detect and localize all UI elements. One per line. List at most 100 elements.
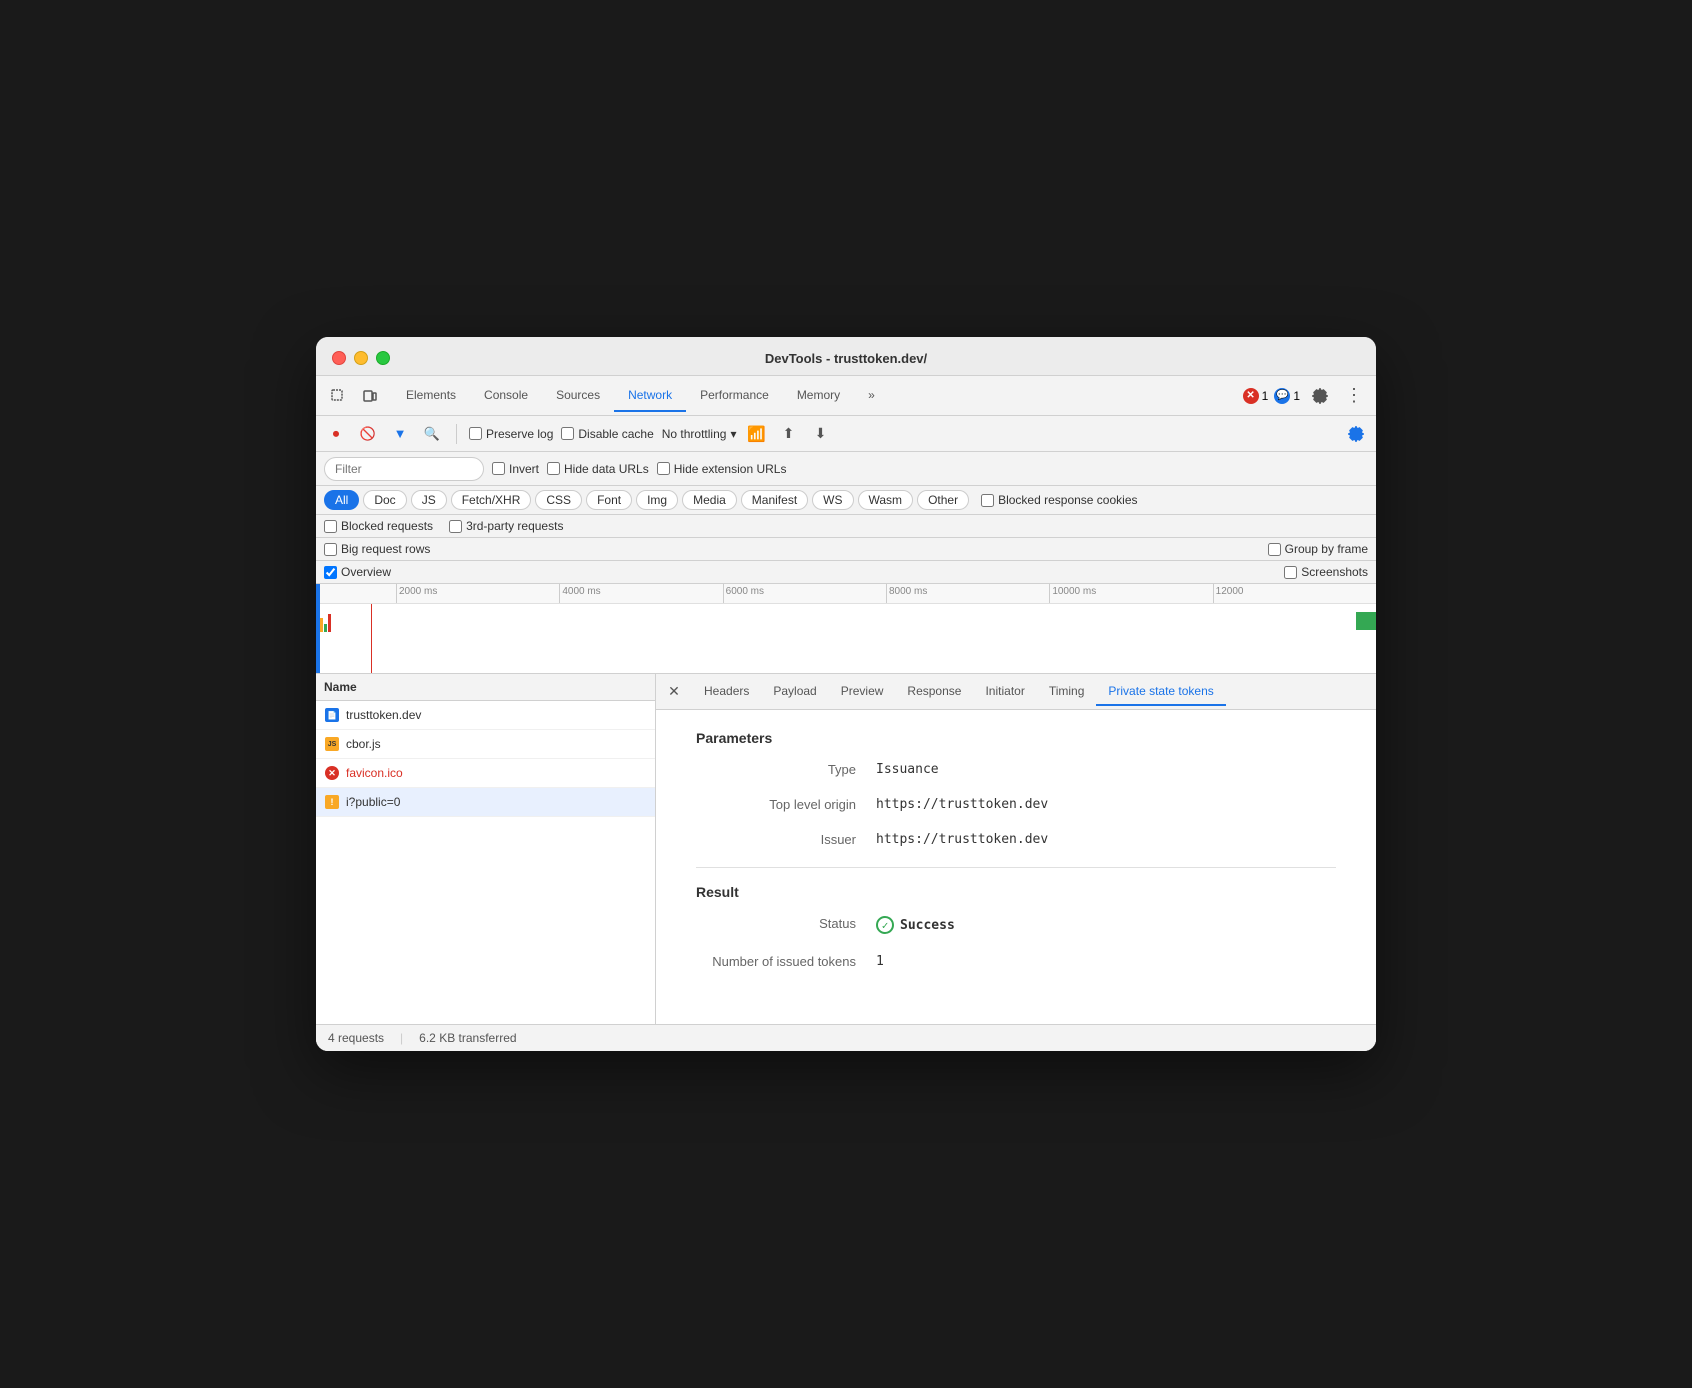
detail-tab-preview[interactable]: Preview (829, 678, 896, 706)
stop-recording-icon[interactable]: ⏺ (324, 422, 348, 446)
request-item-cbor[interactable]: JS cbor.js (316, 730, 655, 759)
network-settings-icon[interactable] (1344, 422, 1368, 446)
filter-pill-ws[interactable]: WS (812, 490, 853, 510)
filter-pill-fetch[interactable]: Fetch/XHR (451, 490, 532, 510)
request-item-ipublic[interactable]: ! i?public=0 (316, 788, 655, 817)
filter-icon[interactable]: ▼ (388, 422, 412, 446)
error-count: 1 (1262, 389, 1269, 403)
detail-tab-response[interactable]: Response (895, 678, 973, 706)
hide-data-urls-input[interactable] (547, 462, 560, 475)
cursor-icon[interactable] (324, 382, 352, 410)
hide-ext-urls-input[interactable] (657, 462, 670, 475)
disable-cache-checkbox[interactable]: Disable cache (561, 427, 653, 441)
blocked-requests-input[interactable] (324, 520, 337, 533)
detail-tab-timing[interactable]: Timing (1037, 678, 1097, 706)
hide-data-urls-checkbox[interactable]: Hide data URLs (547, 462, 649, 476)
detail-close-button[interactable]: ✕ (664, 682, 684, 702)
warning-count: 1 (1293, 389, 1300, 403)
filter-pill-other[interactable]: Other (917, 490, 969, 510)
throttle-arrow: ▾ (730, 427, 736, 441)
invert-input[interactable] (492, 462, 505, 475)
filter-pill-css[interactable]: CSS (535, 490, 582, 510)
status-bar: 4 requests | 6.2 KB transferred (316, 1024, 1376, 1051)
third-party-input[interactable] (449, 520, 462, 533)
overview-checkbox[interactable]: Overview (324, 565, 391, 579)
filter-pill-js[interactable]: JS (411, 490, 447, 510)
filter-pill-img[interactable]: Img (636, 490, 678, 510)
ruler-6000: 6000 ms (723, 584, 886, 603)
toolbar-right: ✕ 1 💬 1 ⋮ (1243, 382, 1368, 410)
request-name-trusttoken: trusttoken.dev (346, 708, 421, 722)
requests-count: 4 requests (328, 1031, 384, 1045)
bar-red (328, 614, 331, 632)
more-icon[interactable]: ⋮ (1340, 382, 1368, 410)
tab-network[interactable]: Network (614, 380, 686, 412)
timeline-mini-bars (316, 612, 331, 632)
tab-elements[interactable]: Elements (392, 380, 470, 412)
ruler-12000: 12000 (1213, 584, 1376, 603)
third-party-checkbox[interactable]: 3rd-party requests (449, 519, 563, 533)
type-row: Type Issuance (696, 762, 1336, 777)
request-icon-error: ✕ (324, 765, 340, 781)
minimize-button[interactable] (354, 351, 368, 365)
big-rows-checkbox[interactable]: Big request rows (324, 542, 430, 556)
throttle-select[interactable]: No throttling ▾ (662, 427, 737, 441)
detail-panel: ✕ Headers Payload Preview Response Initi… (656, 674, 1376, 1024)
hide-ext-urls-checkbox[interactable]: Hide extension URLs (657, 462, 787, 476)
blocked-cookies-input[interactable] (981, 494, 994, 507)
tab-sources[interactable]: Sources (542, 380, 614, 412)
options-left: Blocked requests 3rd-party requests (324, 519, 563, 533)
request-item-favicon[interactable]: ✕ favicon.ico (316, 759, 655, 788)
maximize-button[interactable] (376, 351, 390, 365)
warning-badge: 💬 1 (1274, 388, 1300, 404)
tab-performance[interactable]: Performance (686, 380, 783, 412)
upload-icon[interactable]: ⬆ (776, 422, 800, 446)
invert-checkbox[interactable]: Invert (492, 462, 539, 476)
filter-pill-all[interactable]: All (324, 490, 359, 510)
request-name-favicon: favicon.ico (346, 766, 403, 780)
group-by-frame-checkbox[interactable]: Group by frame (1268, 542, 1368, 556)
preserve-log-checkbox[interactable]: Preserve log (469, 427, 553, 441)
filter-pill-doc[interactable]: Doc (363, 490, 406, 510)
screenshots-checkbox[interactable]: Screenshots (1284, 565, 1368, 579)
filter-pill-manifest[interactable]: Manifest (741, 490, 808, 510)
options-left-2: Big request rows (324, 542, 430, 556)
big-rows-input[interactable] (324, 543, 337, 556)
preserve-log-input[interactable] (469, 427, 482, 440)
blocked-requests-checkbox[interactable]: Blocked requests (324, 519, 433, 533)
disable-cache-label: Disable cache (578, 427, 653, 441)
success-icon: ✓ (876, 916, 894, 934)
request-item-trusttoken[interactable]: 📄 trusttoken.dev (316, 701, 655, 730)
throttle-value: No throttling (662, 427, 727, 441)
close-button[interactable] (332, 351, 346, 365)
wifi-icon[interactable]: 📶 (744, 422, 768, 446)
filter-pill-wasm[interactable]: Wasm (858, 490, 914, 510)
overview-label: Overview (341, 565, 391, 579)
blocked-requests-label: Blocked requests (341, 519, 433, 533)
error-circle-icon: ✕ (325, 766, 339, 780)
request-name-cbor: cbor.js (346, 737, 381, 751)
download-icon[interactable]: ⬇ (808, 422, 832, 446)
options-left-3: Overview (324, 565, 391, 579)
tab-console[interactable]: Console (470, 380, 542, 412)
top-level-origin-row: Top level origin https://trusttoken.dev (696, 797, 1336, 812)
tab-more[interactable]: » (854, 380, 889, 412)
detail-tab-private-state[interactable]: Private state tokens (1096, 678, 1225, 706)
filter-input[interactable] (324, 457, 484, 481)
detail-tab-payload[interactable]: Payload (761, 678, 828, 706)
group-by-frame-label: Group by frame (1285, 542, 1368, 556)
detail-tab-headers[interactable]: Headers (692, 678, 761, 706)
filter-pill-font[interactable]: Font (586, 490, 632, 510)
detail-tab-initiator[interactable]: Initiator (973, 678, 1036, 706)
group-by-frame-input[interactable] (1268, 543, 1281, 556)
screenshots-input[interactable] (1284, 566, 1297, 579)
blocked-cookies-checkbox[interactable]: Blocked response cookies (981, 493, 1137, 507)
disable-cache-input[interactable] (561, 427, 574, 440)
overview-input[interactable] (324, 566, 337, 579)
tab-memory[interactable]: Memory (783, 380, 854, 412)
clear-icon[interactable]: 🚫 (356, 422, 380, 446)
settings-icon[interactable] (1306, 382, 1334, 410)
search-icon[interactable]: 🔍 (420, 422, 444, 446)
filter-pill-media[interactable]: Media (682, 490, 737, 510)
device-icon[interactable] (356, 382, 384, 410)
